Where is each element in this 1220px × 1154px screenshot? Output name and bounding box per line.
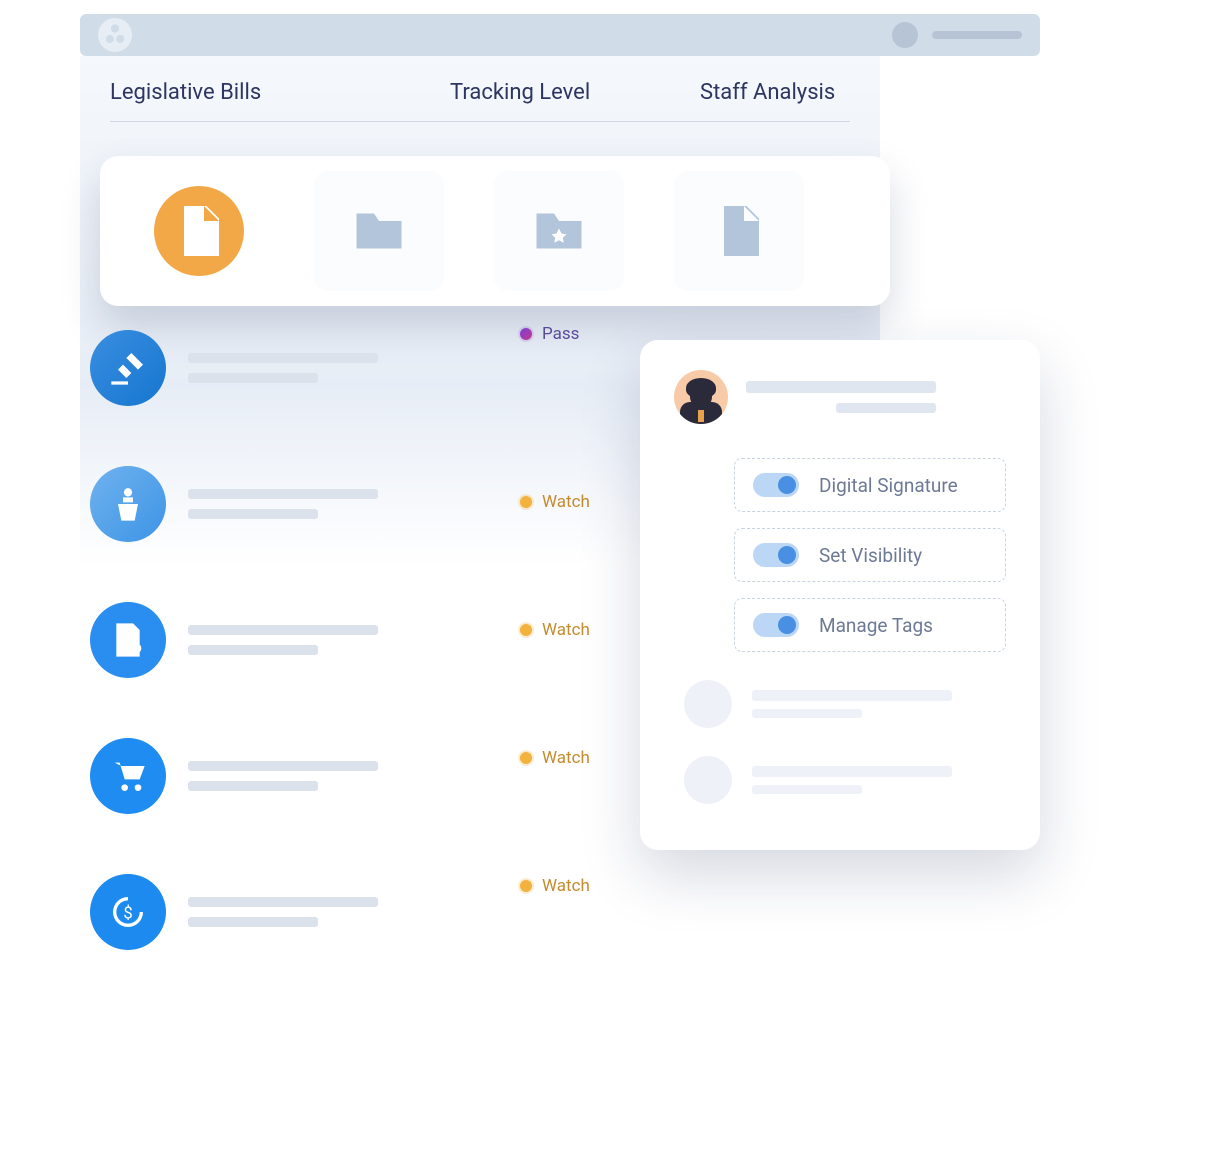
col-legislative-bills: Legislative Bills [110,80,450,105]
bill-row-testimony[interactable] [90,602,510,678]
card-file[interactable] [674,171,804,291]
bill-row-gavel[interactable] [90,330,510,406]
bill-text-placeholder [188,625,510,655]
card-folder-starred[interactable] [494,171,624,291]
user-text-placeholder [752,766,1006,794]
tracking-status-watch: Watch [520,492,640,512]
analyst-avatar [674,370,728,424]
related-user-row [684,680,1006,728]
folder-icon [349,201,409,261]
analyst-profile [674,370,1006,424]
status-dot-watch [520,496,532,508]
tracking-status-pass: Pass [520,324,640,344]
cart-icon [90,738,166,814]
toggle-switch[interactable] [753,543,799,567]
app-topbar [80,14,1040,56]
bill-text-placeholder [188,353,510,383]
col-staff-analysis: Staff Analysis [700,80,850,105]
analyst-name-placeholder [746,381,1006,413]
svg-text:$: $ [123,905,132,924]
status-dot-pass [520,328,532,340]
gavel-icon [90,330,166,406]
app-logo [98,18,132,52]
document-icon [154,186,244,276]
bill-text-placeholder [188,761,510,791]
toggle-label: Digital Signature [819,474,958,497]
bill-row-purchase[interactable] [90,738,510,814]
bill-rows: $ [90,330,510,1010]
user-avatar-placeholder [684,756,732,804]
category-card-strip [100,156,890,306]
toggle-label: Manage Tags [819,614,933,637]
status-label: Watch [542,748,590,768]
bill-text-placeholder [188,897,510,927]
toggle-label: Set Visibility [819,544,922,567]
toggle-switch[interactable] [753,613,799,637]
bill-text-placeholder [188,489,510,519]
bill-row-finance[interactable]: $ [90,874,510,950]
money-cycle-icon: $ [90,874,166,950]
toggle-switch[interactable] [753,473,799,497]
starred-folder-icon [529,201,589,261]
toggle-set-visibility[interactable]: Set Visibility [734,528,1006,582]
toggle-manage-tags[interactable]: Manage Tags [734,598,1006,652]
staff-analysis-card: Digital Signature Set Visibility Manage … [640,340,1040,850]
card-document[interactable] [134,171,264,291]
col-tracking-level: Tracking Level [450,80,700,105]
status-label: Pass [542,324,579,344]
status-label: Watch [542,492,590,512]
status-label: Watch [542,876,590,896]
user-name-placeholder [932,31,1022,39]
card-folder[interactable] [314,171,444,291]
status-dot-watch [520,880,532,892]
tracking-status-watch: Watch [520,876,640,896]
status-dot-watch [520,752,532,764]
document-person-icon [90,602,166,678]
status-dot-watch [520,624,532,636]
column-headers: Legislative Bills Tracking Level Staff A… [110,80,850,122]
status-label: Watch [542,620,590,640]
file-icon [709,201,769,261]
user-text-placeholder [752,690,1006,718]
tracking-status-watch: Watch [520,620,640,640]
toggle-digital-signature[interactable]: Digital Signature [734,458,1006,512]
podium-icon [90,466,166,542]
bill-row-speaker[interactable] [90,466,510,542]
related-user-row [684,756,1006,804]
user-avatar-placeholder [684,680,732,728]
tracking-column: Pass Watch Watch Watch Watch [520,324,640,1004]
user-avatar-small[interactable] [892,22,918,48]
tracking-status-watch: Watch [520,748,640,768]
